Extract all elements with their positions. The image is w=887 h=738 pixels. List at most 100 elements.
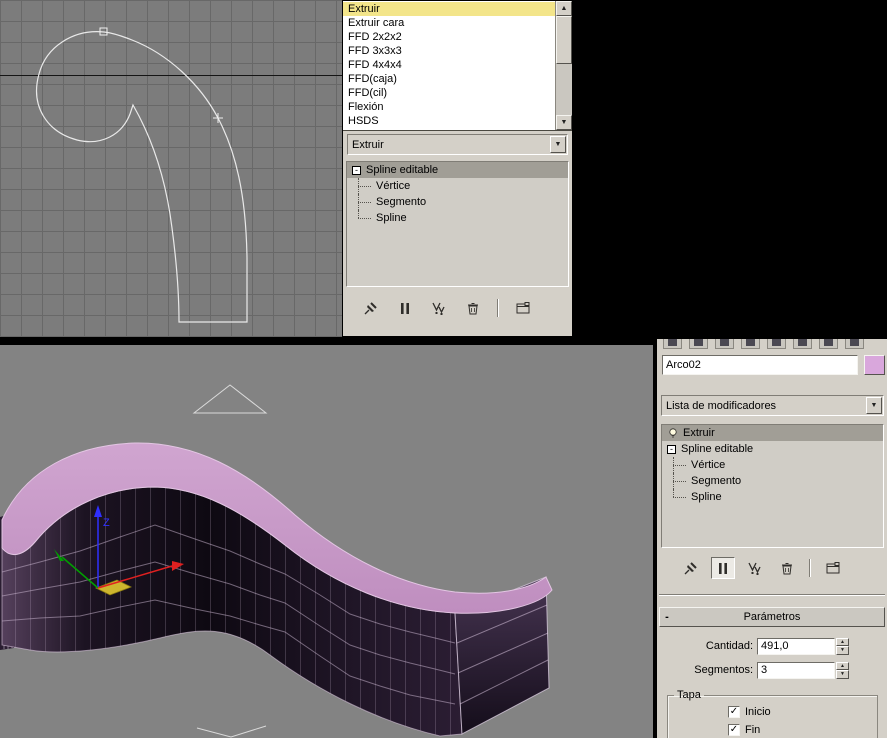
stack-item-label: Vértice	[376, 180, 411, 192]
cropped-toolbar-icon[interactable]	[689, 339, 708, 349]
stack-item-label: Segmento	[691, 475, 742, 487]
amount-spinner[interactable]: ▲ ▼	[836, 637, 849, 655]
perspective-viewport[interactable]: Z	[0, 345, 653, 738]
helper-arrow-bottom	[196, 725, 267, 738]
cropped-toolbar-icon[interactable]	[793, 339, 812, 349]
parameters-rollout-header[interactable]: - Parámetros	[659, 607, 885, 627]
spline-vertex-cross-marker[interactable]	[213, 113, 223, 123]
spinner-up-button[interactable]: ▲	[836, 637, 849, 646]
modifier-list-item[interactable]: FFD 4x4x4	[343, 58, 555, 72]
modifier-stack: Extruir - Spline editable Vértice Segmen…	[661, 424, 884, 548]
make-unique-icon	[432, 302, 445, 315]
modifier-list-item[interactable]: FFD 3x3x3	[343, 44, 555, 58]
modifier-dropdown-list: Extruir Extruir cara FFD 2x2x2 FFD 3x3x3…	[343, 1, 572, 131]
stack-item-base-object[interactable]: - Spline editable	[662, 441, 883, 457]
collapse-minus-icon[interactable]: -	[667, 444, 676, 454]
cropped-toolbar-icon[interactable]	[845, 339, 864, 349]
modifier-list-item[interactable]: Extruir cara	[343, 16, 555, 30]
segments-spinner[interactable]: ▲ ▼	[836, 661, 849, 679]
cropped-toolbar-icon[interactable]	[715, 339, 734, 349]
make-unique-button[interactable]	[427, 297, 451, 319]
top-viewport[interactable]	[0, 0, 342, 337]
cropped-toolbar-icon[interactable]	[819, 339, 838, 349]
pin-stack-button[interactable]	[359, 297, 383, 319]
stack-subobject-spline[interactable]: Spline	[347, 210, 568, 226]
stack-item-label: Spline editable	[681, 443, 754, 455]
stack-subobject-spline[interactable]: Spline	[662, 489, 883, 505]
stack-item-base-object[interactable]: - Spline editable	[347, 162, 568, 178]
cap-end-label: Fin	[745, 723, 761, 736]
modifier-list-label: Lista de modificadores	[666, 399, 777, 412]
spinner-up-icon: ▲	[840, 662, 845, 669]
list-scrollbar[interactable]: ▲ ▼	[555, 1, 572, 130]
toolbar-separator	[809, 559, 811, 577]
stack-item-extrude[interactable]: Extruir	[662, 425, 883, 441]
modifier-list-item[interactable]: Flexión	[343, 100, 555, 114]
spinner-down-icon: ▼	[840, 647, 845, 653]
cropped-toolbar-icon[interactable]	[663, 339, 682, 349]
modifier-list-item[interactable]: Extruir	[343, 2, 555, 16]
modifier-list-item[interactable]: HSDS	[343, 114, 555, 128]
collapse-minus-icon[interactable]: -	[352, 165, 361, 175]
combo-arrow-button[interactable]: ▼	[866, 397, 882, 414]
cap-end-row: ✓ Fin	[728, 722, 877, 737]
dropdown-arrow-icon: ▼	[554, 141, 562, 148]
scroll-down-button[interactable]: ▼	[556, 115, 572, 130]
scroll-up-button[interactable]: ▲	[556, 1, 572, 16]
current-modifier-combo[interactable]: Extruir ▼	[347, 134, 568, 155]
modifier-list-items: Extruir Extruir cara FFD 2x2x2 FFD 3x3x3…	[343, 2, 555, 128]
modifier-list-item[interactable]: FFD(cil)	[343, 86, 555, 100]
object-name-input[interactable]	[662, 355, 858, 375]
dropdown-arrow-icon: ▼	[870, 402, 878, 409]
cropped-toolbar-icon[interactable]	[741, 339, 760, 349]
show-end-result-icon	[401, 302, 409, 314]
make-unique-icon	[748, 562, 761, 575]
segments-input[interactable]	[757, 661, 835, 679]
cap-group: Tapa ✓ Inicio ✓ Fin	[667, 689, 878, 738]
scroll-thumb[interactable]	[556, 16, 572, 64]
spinner-down-button[interactable]: ▼	[836, 646, 849, 655]
stack-item-label: Segmento	[376, 196, 427, 208]
stack-subobject-segment[interactable]: Segmento	[662, 473, 883, 489]
cropped-toolbar	[657, 339, 887, 352]
stack-subobject-segment[interactable]: Segmento	[347, 194, 568, 210]
stack-subobject-vertex[interactable]: Vértice	[662, 457, 883, 473]
object-color-swatch[interactable]	[864, 355, 885, 375]
cropped-toolbar-icon[interactable]	[767, 339, 786, 349]
combo-value: Extruir	[352, 138, 384, 151]
cap-start-row: ✓ Inicio	[728, 704, 877, 719]
make-unique-button[interactable]	[743, 557, 767, 579]
cap-end-checkbox[interactable]: ✓	[728, 723, 740, 736]
remove-modifier-button[interactable]	[461, 297, 485, 319]
modifier-list-dropdown[interactable]: Lista de modificadores ▼	[661, 395, 884, 416]
rollout-title: Parámetros	[743, 611, 801, 623]
configure-sets-icon	[826, 561, 840, 573]
amount-input[interactable]	[757, 637, 835, 655]
modifier-list-item[interactable]: FFD(caja)	[343, 72, 555, 86]
cap-start-label: Inicio	[745, 705, 771, 718]
spinner-down-icon: ▼	[840, 671, 845, 677]
configure-modifier-sets-button[interactable]	[821, 557, 845, 579]
show-end-result-button[interactable]	[393, 297, 417, 319]
amount-parameter-row: Cantidad: ▲ ▼	[657, 636, 887, 656]
cap-start-checkbox[interactable]: ✓	[728, 705, 740, 718]
pin-icon	[364, 301, 377, 314]
scroll-up-icon: ▲	[560, 5, 568, 12]
show-end-result-button[interactable]	[711, 557, 735, 579]
pin-stack-button[interactable]	[679, 557, 703, 579]
checkmark-icon: ✓	[729, 723, 739, 735]
modifier-enabled-bulb-icon[interactable]	[667, 427, 679, 439]
combo-arrow-button[interactable]: ▼	[550, 136, 566, 153]
spline-shape	[36, 27, 248, 323]
gizmo-z-label: Z	[103, 517, 110, 529]
configure-modifier-sets-button[interactable]	[511, 297, 535, 319]
pin-icon	[684, 561, 697, 574]
spinner-down-button[interactable]: ▼	[836, 670, 849, 679]
checkmark-icon: ✓	[729, 705, 739, 717]
remove-modifier-button[interactable]	[775, 557, 799, 579]
amount-label: Cantidad:	[705, 640, 753, 652]
modifier-list-item[interactable]: FFD 2x2x2	[343, 30, 555, 44]
stack-subobject-vertex[interactable]: Vértice	[347, 178, 568, 194]
front-face-wireframe	[1, 486, 463, 737]
spinner-up-button[interactable]: ▲	[836, 661, 849, 670]
